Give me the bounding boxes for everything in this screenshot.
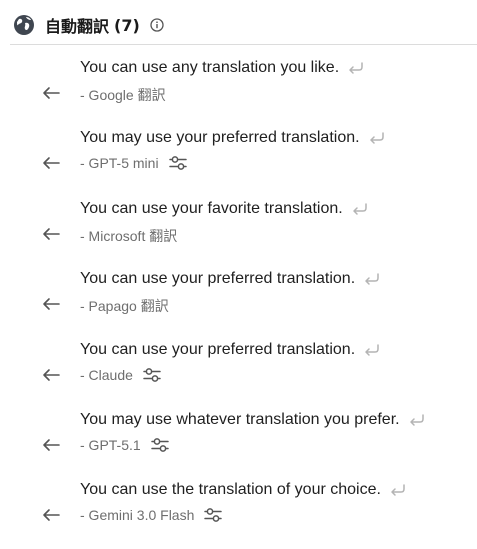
arrow-left-icon (43, 439, 60, 451)
panel-title: 自動翻訳 (45, 17, 110, 36)
sliders-icon (204, 508, 223, 523)
translation-text-line: You can use your favorite translation. (80, 200, 369, 218)
translation-source-line: - Google 翻訳 (80, 85, 166, 105)
engine-settings-button[interactable] (168, 155, 187, 171)
translation-entry: You may use your preferred translation. -… (0, 126, 477, 196)
auto-translation-panel: 自動翻訳 (7) You can use any translation you… (0, 0, 477, 537)
translation-text: You may use your preferred translation. (80, 129, 360, 147)
translation-text-line: You can use the translation of your choi… (80, 481, 407, 499)
translation-source: - Papago 翻訳 (80, 298, 169, 315)
translation-entry: You can use your favorite translation. - … (0, 197, 477, 267)
arrow-left-icon (43, 298, 60, 310)
sliders-icon (168, 156, 187, 171)
use-translation-button[interactable] (41, 225, 61, 243)
info-icon[interactable] (150, 18, 164, 32)
translation-text-line: You may use whatever translation you pre… (80, 411, 426, 429)
sliders-icon (143, 367, 161, 382)
translation-text: You may use whatever translation you pre… (80, 410, 400, 428)
engine-settings-button[interactable] (150, 437, 169, 453)
translation-source-line: - GPT-5.1 (80, 437, 169, 453)
translation-text: You can use your preferred translation. (80, 340, 356, 358)
translation-text: You can use any translation you like. (80, 59, 340, 76)
translation-text: You can use the translation of your choi… (80, 481, 381, 499)
translation-text-line: You may use your preferred translation. (80, 129, 386, 147)
translation-entry: You can use your preferred translation. -… (0, 338, 477, 408)
globe-icon (14, 15, 34, 35)
return-arrow-icon (365, 343, 379, 356)
use-translation-button[interactable] (41, 366, 61, 384)
arrow-left-icon (43, 87, 60, 99)
engine-settings-button[interactable] (143, 367, 161, 383)
translation-source: - Microsoft 翻訳 (80, 227, 178, 244)
translation-source-line: - Gemini 3.0 Flash (80, 507, 223, 524)
translation-source: - Google 翻訳 (80, 87, 166, 103)
translation-source-line: - GPT-5 mini (80, 155, 187, 171)
sliders-icon (150, 438, 169, 452)
arrow-left-icon (43, 509, 60, 522)
translation-source: - GPT-5.1 (80, 436, 141, 453)
use-translation-button[interactable] (41, 154, 61, 172)
return-arrow-icon (369, 132, 384, 145)
return-arrow-icon (409, 414, 424, 426)
translation-text-line: You can use your preferred translation. (80, 341, 381, 359)
translation-text-line: You can use your preferred translation. (80, 270, 381, 288)
engine-settings-button[interactable] (204, 507, 223, 523)
translation-entry: You can use any translation you like. - G… (0, 56, 477, 126)
arrow-left-icon (43, 157, 60, 170)
return-arrow-icon (365, 273, 379, 285)
translation-text: You can use your favorite translation. (80, 199, 343, 217)
translation-source: - Claude (80, 366, 133, 383)
translation-count: (7) (114, 15, 140, 35)
insert-translation-button[interactable] (363, 272, 381, 286)
translation-list: You can use any translation you like. - G… (0, 56, 477, 549)
insert-translation-button[interactable] (347, 61, 365, 75)
return-arrow-icon (352, 203, 367, 215)
use-translation-button[interactable] (41, 295, 61, 313)
translation-source-line: - Microsoft 翻訳 (80, 226, 177, 246)
insert-translation-button[interactable] (389, 483, 407, 497)
insert-translation-button[interactable] (368, 131, 386, 145)
insert-translation-button[interactable] (408, 413, 426, 427)
translation-entry: You may use whatever translation you pre… (0, 408, 477, 478)
insert-translation-button[interactable] (363, 343, 381, 357)
insert-translation-button[interactable] (351, 202, 369, 216)
return-arrow-icon (391, 484, 405, 497)
arrow-left-icon (43, 227, 60, 240)
translation-source: - Gemini 3.0 Flash (80, 507, 195, 524)
use-translation-button[interactable] (41, 436, 61, 454)
translation-source-line: - Claude (80, 367, 161, 383)
use-translation-button[interactable] (41, 506, 61, 524)
translation-text-line: You can use any translation you like. (80, 59, 365, 77)
translation-source-line: - Papago 翻訳 (80, 296, 169, 316)
panel-header: 自動翻訳 (7) (13, 11, 164, 39)
translation-entry: You can use your preferred translation. -… (0, 267, 477, 337)
translation-entry: You can use the translation of your choi… (0, 478, 477, 548)
return-arrow-icon (349, 62, 363, 74)
translation-source: - GPT-5 mini (80, 155, 159, 172)
translation-text: You can use your preferred translation. (80, 270, 356, 288)
arrow-left-icon (43, 368, 60, 381)
use-translation-button[interactable] (41, 84, 61, 102)
header-divider (10, 44, 477, 45)
